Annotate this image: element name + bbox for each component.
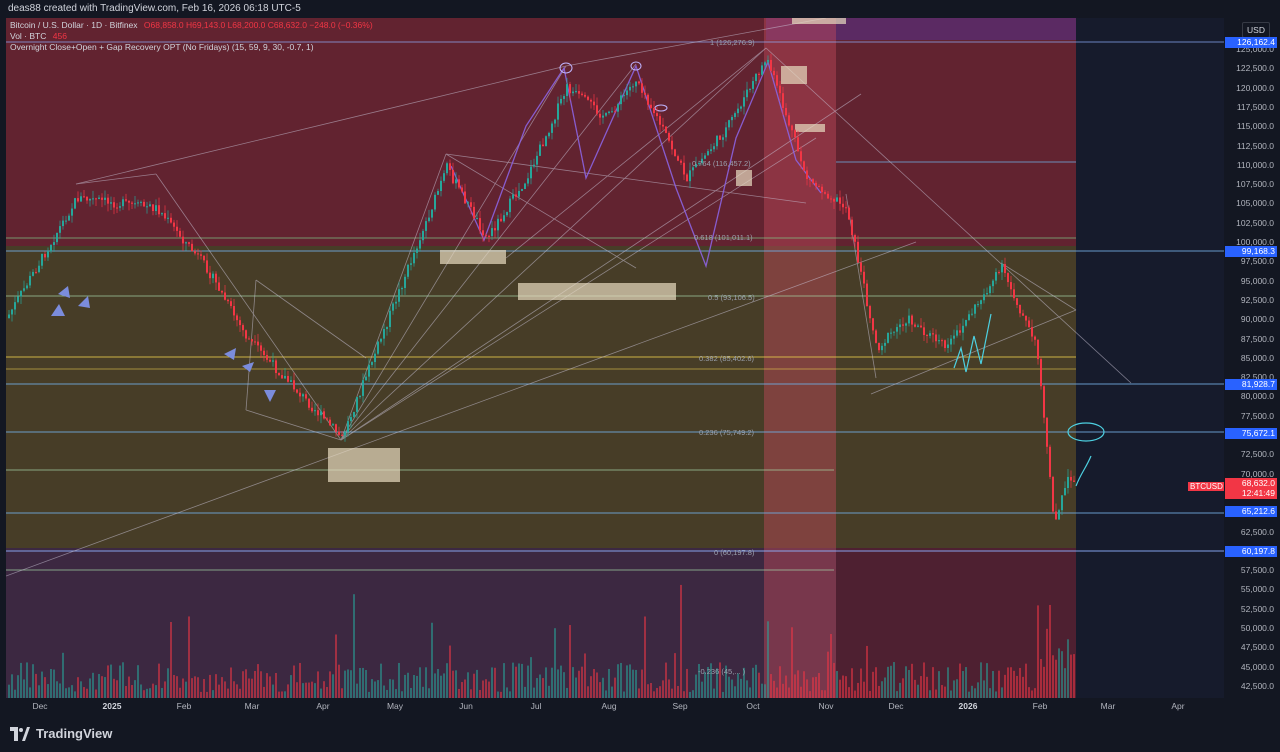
price-label: 81,928.7 bbox=[1225, 379, 1277, 390]
price-tick: 42,500.0 bbox=[1240, 680, 1274, 691]
price-tick: 105,000.0 bbox=[1236, 198, 1274, 209]
chart-legend: Bitcoin / U.S. Dollar · 1D · Bitfinex O6… bbox=[10, 20, 373, 53]
time-tick: Apr bbox=[316, 701, 330, 711]
fib-label: -0.236 (45,... ) bbox=[698, 667, 746, 676]
time-tick: Dec bbox=[888, 701, 904, 711]
fib-label: 0 (60,197.8) bbox=[714, 548, 755, 557]
price-tick: 110,000.0 bbox=[1236, 159, 1274, 170]
fib-label: 1 (126,276.9) bbox=[710, 38, 755, 47]
price-tick: 77,500.0 bbox=[1240, 410, 1274, 421]
time-tick: May bbox=[386, 701, 404, 711]
chart-caption: deas88 created with TradingView.com, Feb… bbox=[8, 3, 301, 14]
fib-label: 0.764 (116,457.2) bbox=[692, 159, 751, 168]
price-tick: 50,000.0 bbox=[1240, 623, 1274, 633]
time-tick: Mar bbox=[244, 701, 260, 711]
legend-ohlc: O68,858.0 H69,143.0 L68,200.0 C68,632.0 … bbox=[143, 20, 373, 30]
price-label: 99,168.3 bbox=[1225, 246, 1277, 257]
price-tick: 112,500.0 bbox=[1236, 140, 1274, 151]
legend-indicator[interactable]: Overnight Close+Open + Gap Recovery OPT … bbox=[10, 42, 314, 52]
price-tick: 107,500.0 bbox=[1236, 179, 1274, 190]
legend-volume-value: 456 bbox=[52, 31, 67, 41]
price-tick: 72,500.0 bbox=[1240, 449, 1274, 460]
price-tick: 120,000.0 bbox=[1236, 82, 1274, 93]
price-label: 65,212.6 bbox=[1225, 506, 1277, 517]
time-tick: Mar bbox=[1100, 701, 1116, 711]
chart-pane[interactable]: 1 (126,276.9) 0.764 (116,457.2) 0.618 (1… bbox=[6, 18, 1224, 698]
price-tick: 97,500.0 bbox=[1240, 256, 1274, 267]
time-scale[interactable]: Dec 2025 Feb Mar Apr May Jun Jul Aug Sep Oct Nov Dec… bbox=[6, 698, 1224, 716]
price-tick: 92,500.0 bbox=[1240, 294, 1274, 305]
symbol-tag: BTCUSD bbox=[1188, 482, 1224, 491]
price-tick: 85,000.0 bbox=[1240, 352, 1274, 363]
currency-badge[interactable]: USD bbox=[1242, 22, 1270, 38]
price-tick: 62,500.0 bbox=[1240, 526, 1274, 537]
price-tick: 90,000.0 bbox=[1240, 314, 1274, 325]
time-tick: Sep bbox=[672, 701, 688, 711]
price-tick: 45,000.0 bbox=[1240, 661, 1274, 672]
legend-symbol[interactable]: Bitcoin / U.S. Dollar · 1D · Bitfinex bbox=[10, 20, 138, 30]
price-tick: 52,500.0 bbox=[1240, 603, 1274, 614]
price-tick: 80,000.0 bbox=[1240, 391, 1274, 402]
time-tick: Dec bbox=[32, 701, 48, 711]
time-tick: Apr bbox=[1171, 701, 1185, 711]
price-chart[interactable]: 1 (126,276.9) 0.764 (116,457.2) 0.618 (1… bbox=[6, 18, 1224, 698]
price-tick: 87,500.0 bbox=[1240, 333, 1274, 344]
time-tick: Nov bbox=[818, 701, 834, 711]
time-tick: Aug bbox=[601, 701, 617, 711]
time-tick: Feb bbox=[176, 701, 192, 711]
price-tick: 55,000.0 bbox=[1240, 584, 1274, 595]
price-tick: 115,000.0 bbox=[1236, 121, 1274, 132]
time-tick: Oct bbox=[746, 701, 760, 711]
price-label: 60,197.8 bbox=[1225, 546, 1277, 557]
footer: TradingView bbox=[0, 716, 1280, 752]
time-tick: 2025 bbox=[102, 701, 122, 711]
price-label: 75,672.1 bbox=[1225, 428, 1277, 439]
price-tick: 95,000.0 bbox=[1240, 275, 1274, 286]
time-tick: Jul bbox=[530, 701, 542, 711]
price-tick: 122,500.0 bbox=[1236, 63, 1274, 74]
time-tick: Jun bbox=[459, 701, 473, 711]
tradingview-logo[interactable]: TradingView bbox=[10, 726, 112, 741]
price-label: 12:41:49 bbox=[1225, 488, 1277, 499]
fib-label: 0.618 (101,011.1) bbox=[694, 233, 753, 242]
time-tick: Feb bbox=[1032, 701, 1048, 711]
price-tick: 102,500.0 bbox=[1236, 217, 1274, 228]
time-tick: 2026 bbox=[958, 701, 978, 711]
price-tick: 117,500.0 bbox=[1236, 101, 1274, 112]
tradingview-logo-icon bbox=[10, 726, 30, 741]
price-scale[interactable]: USD 125,000.0 122,500.0 120,000.0 117,500.0… bbox=[1224, 18, 1280, 698]
brand-name: TradingView bbox=[36, 726, 113, 741]
price-tick: 57,500.0 bbox=[1240, 565, 1274, 576]
fib-label: 0.236 (75,749.2) bbox=[699, 428, 755, 437]
fib-label: 0.382 (85,402.6) bbox=[699, 354, 755, 363]
price-tick: 47,500.0 bbox=[1240, 642, 1274, 653]
legend-volume-label[interactable]: Vol · BTC bbox=[10, 31, 46, 41]
price-label: 126,162.4 bbox=[1225, 37, 1277, 48]
top-caption-bar: deas88 created with TradingView.com, Feb… bbox=[0, 0, 1280, 18]
fib-label: 0.5 (93,106.5) bbox=[708, 293, 755, 302]
